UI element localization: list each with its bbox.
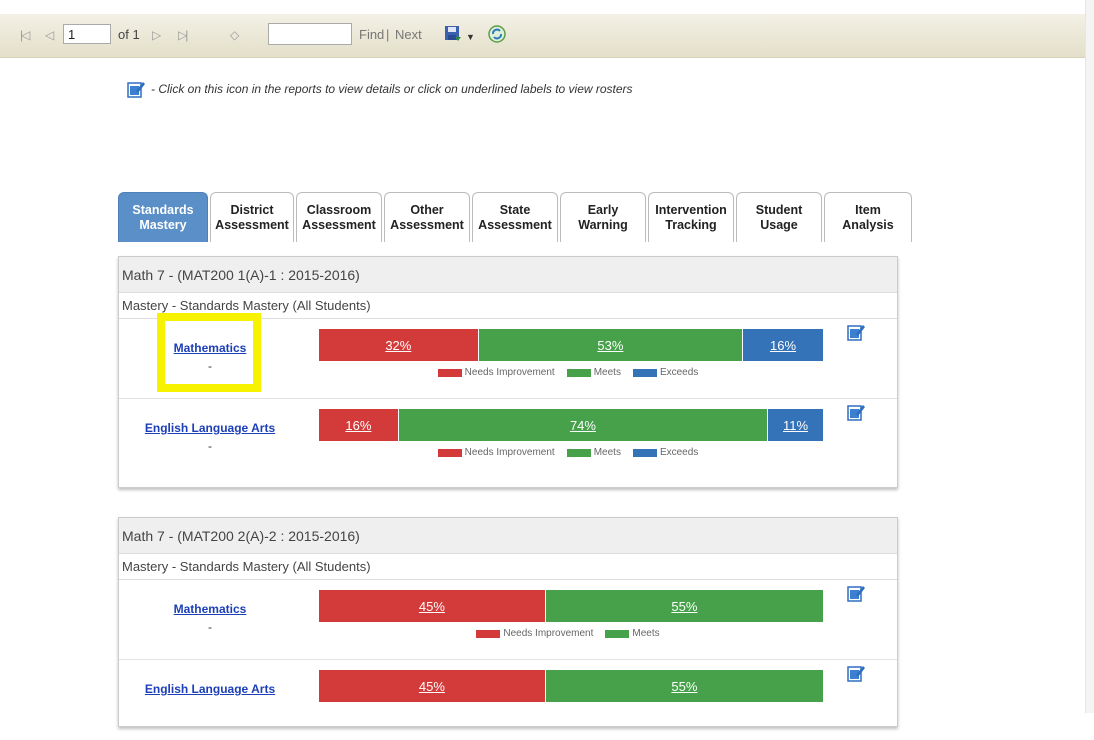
legend-label-exceeds: Exceeds xyxy=(659,447,699,458)
class-title: Math 7 - (MAT200 2(A)-2 : 2015-2016) xyxy=(119,518,897,554)
needs-improvement-segment[interactable]: 45% xyxy=(319,670,546,702)
find-link[interactable]: Find xyxy=(359,27,384,43)
mastery-bar: 45% 55% xyxy=(319,590,823,622)
previous-page-icon[interactable]: ◁ xyxy=(45,27,54,43)
vertical-scrollbar[interactable] xyxy=(1085,0,1094,713)
class-panel-1: Math 7 - (MAT200 1(A)-1 : 2015-2016) Mas… xyxy=(118,256,898,488)
first-page-icon[interactable]: |◁ xyxy=(20,27,30,43)
mastery-bar: 32% 53% 16% xyxy=(319,329,823,361)
tab-classroom-assessment[interactable]: Classroom Assessment xyxy=(296,192,382,242)
view-details-icon[interactable] xyxy=(847,403,865,421)
meets-segment[interactable]: 74% xyxy=(398,409,769,441)
subject-dash: - xyxy=(208,620,212,634)
tab-student-usage[interactable]: Student Usage xyxy=(736,192,822,242)
subject-link[interactable]: Mathematics xyxy=(119,602,301,616)
bar-legend: Needs Improvement Meets Exceeds xyxy=(319,367,823,378)
bar-legend: Needs Improvement Meets Exceeds xyxy=(319,447,823,458)
back-to-parent-icon[interactable]: ◇ xyxy=(230,27,239,43)
class-title: Math 7 - (MAT200 1(A)-1 : 2015-2016) xyxy=(119,257,897,293)
class-panel-2: Math 7 - (MAT200 2(A)-2 : 2015-2016) Mas… xyxy=(118,517,898,727)
needs-improvement-segment[interactable]: 32% xyxy=(319,329,479,361)
view-details-icon[interactable] xyxy=(847,584,865,602)
export-dropdown-icon[interactable]: ▼ xyxy=(466,29,475,45)
exceeds-segment[interactable]: 11% xyxy=(768,409,823,441)
instruction-text: - Click on this icon in the reports to v… xyxy=(151,82,633,96)
legend-swatch-meets xyxy=(566,448,591,457)
report-toolbar: |◁ ◁ of 1 ▷ ▷| ◇ Find | Next ▼ xyxy=(0,14,1085,58)
legend-swatch-meets xyxy=(566,368,591,377)
legend-swatch-exceeds xyxy=(632,448,657,457)
legend-label-needs-improvement: Needs Improvement xyxy=(503,628,594,639)
legend-label-needs-improvement: Needs Improvement xyxy=(464,367,555,378)
legend-label-meets: Meets xyxy=(632,628,660,639)
subject-link[interactable]: Mathematics xyxy=(119,341,301,355)
details-icon xyxy=(127,82,145,98)
next-page-icon[interactable]: ▷ xyxy=(152,27,161,43)
legend-swatch-needs-improvement xyxy=(437,448,462,457)
tab-item-analysis[interactable]: Item Analysis xyxy=(824,192,912,242)
mastery-bar: 16% 74% 11% xyxy=(319,409,823,441)
legend-swatch-needs-improvement xyxy=(476,629,501,638)
meets-segment[interactable]: 53% xyxy=(478,329,744,361)
meets-segment[interactable]: 55% xyxy=(545,590,823,622)
subject-row: English Language Arts - 16% 74% 11% Need… xyxy=(119,399,897,479)
tab-state-assessment[interactable]: State Assessment xyxy=(472,192,558,242)
exceeds-segment[interactable]: 16% xyxy=(743,329,823,361)
legend-swatch-needs-improvement xyxy=(437,368,462,377)
subject-link[interactable]: English Language Arts xyxy=(119,421,301,435)
report-tabs: Standards Mastery District Assessment Cl… xyxy=(118,192,914,242)
legend-label-exceeds: Exceeds xyxy=(659,367,699,378)
bar-legend: Needs Improvement Meets xyxy=(319,628,823,639)
last-page-icon[interactable]: ▷| xyxy=(178,27,188,43)
page-count-label: of 1 xyxy=(118,27,140,42)
tab-early-warning[interactable]: Early Warning xyxy=(560,192,646,242)
page-number-input[interactable] xyxy=(63,24,111,44)
view-details-icon[interactable] xyxy=(847,664,865,682)
subject-dash: - xyxy=(208,439,212,453)
find-next-link[interactable]: Next xyxy=(395,27,422,43)
find-separator: | xyxy=(386,27,390,42)
mastery-subtitle: Mastery - Standards Mastery (All Student… xyxy=(119,554,897,580)
subject-row: Mathematics - 32% 53% 16% Needs Improvem… xyxy=(119,319,897,399)
subject-link[interactable]: English Language Arts xyxy=(119,682,301,696)
subject-dash: - xyxy=(208,359,212,373)
meets-segment[interactable]: 55% xyxy=(545,670,823,702)
legend-swatch-exceeds xyxy=(632,368,657,377)
find-text-input[interactable] xyxy=(268,23,352,45)
tab-intervention-tracking[interactable]: Intervention Tracking xyxy=(648,192,734,242)
subject-row: English Language Arts 45% 55% xyxy=(119,660,897,740)
mastery-bar: 45% 55% xyxy=(319,670,823,702)
tab-standards-mastery[interactable]: Standards Mastery xyxy=(118,192,208,242)
needs-improvement-segment[interactable]: 45% xyxy=(319,590,546,622)
legend-swatch-meets xyxy=(605,629,630,638)
needs-improvement-segment[interactable]: 16% xyxy=(319,409,399,441)
mastery-subtitle: Mastery - Standards Mastery (All Student… xyxy=(119,293,897,319)
instruction-hint: - Click on this icon in the reports to v… xyxy=(127,80,633,98)
legend-label-meets: Meets xyxy=(593,367,621,378)
tab-district-assessment[interactable]: District Assessment xyxy=(210,192,294,242)
refresh-icon[interactable] xyxy=(488,25,506,43)
tab-other-assessment[interactable]: Other Assessment xyxy=(384,192,470,242)
subject-row: Mathematics - 45% 55% Needs Improvement … xyxy=(119,580,897,660)
export-save-icon[interactable] xyxy=(444,25,462,43)
legend-label-needs-improvement: Needs Improvement xyxy=(464,447,555,458)
legend-label-meets: Meets xyxy=(593,447,621,458)
view-details-icon[interactable] xyxy=(847,323,865,341)
